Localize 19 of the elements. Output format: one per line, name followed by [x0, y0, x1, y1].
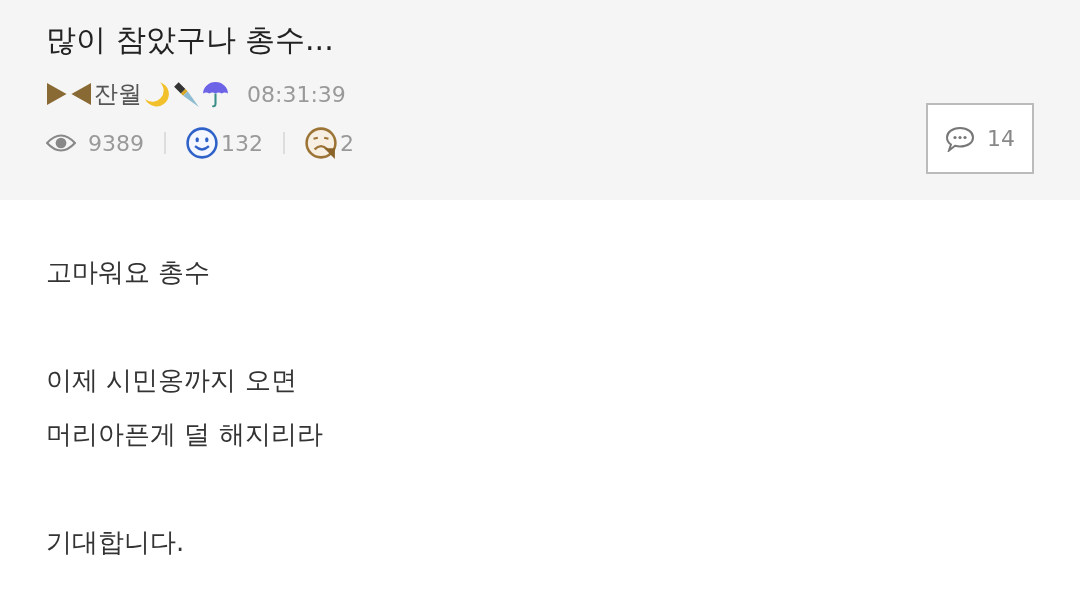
moon-icon — [144, 80, 171, 108]
post-time: 08:31:39 — [247, 81, 346, 107]
post-text-line: 이제 시민옹까지 오면 — [46, 364, 298, 397]
comments-button[interactable]: 14 — [926, 103, 1034, 174]
frown-icon[interactable] — [305, 127, 337, 159]
stat-count: 2 — [340, 130, 354, 156]
post-title: 많이 참았구나 총수... — [46, 21, 335, 59]
post-text-line: 기대합니다. — [46, 526, 186, 559]
bowtie-icon — [46, 83, 92, 105]
post-text-line: 고마워요 총수 — [46, 256, 212, 289]
post-text-line: 머리아픈게 덜 해지리라 — [46, 418, 324, 451]
smiley-icon[interactable] — [186, 127, 218, 159]
stat-count: 132 — [221, 130, 263, 156]
eye-icon — [46, 133, 76, 153]
comment-icon — [945, 125, 975, 152]
pen-icon — [173, 80, 200, 108]
umbrella-icon — [202, 80, 229, 108]
stat-count: 9389 — [88, 130, 144, 156]
author-name[interactable]: 잔월 — [94, 78, 142, 110]
